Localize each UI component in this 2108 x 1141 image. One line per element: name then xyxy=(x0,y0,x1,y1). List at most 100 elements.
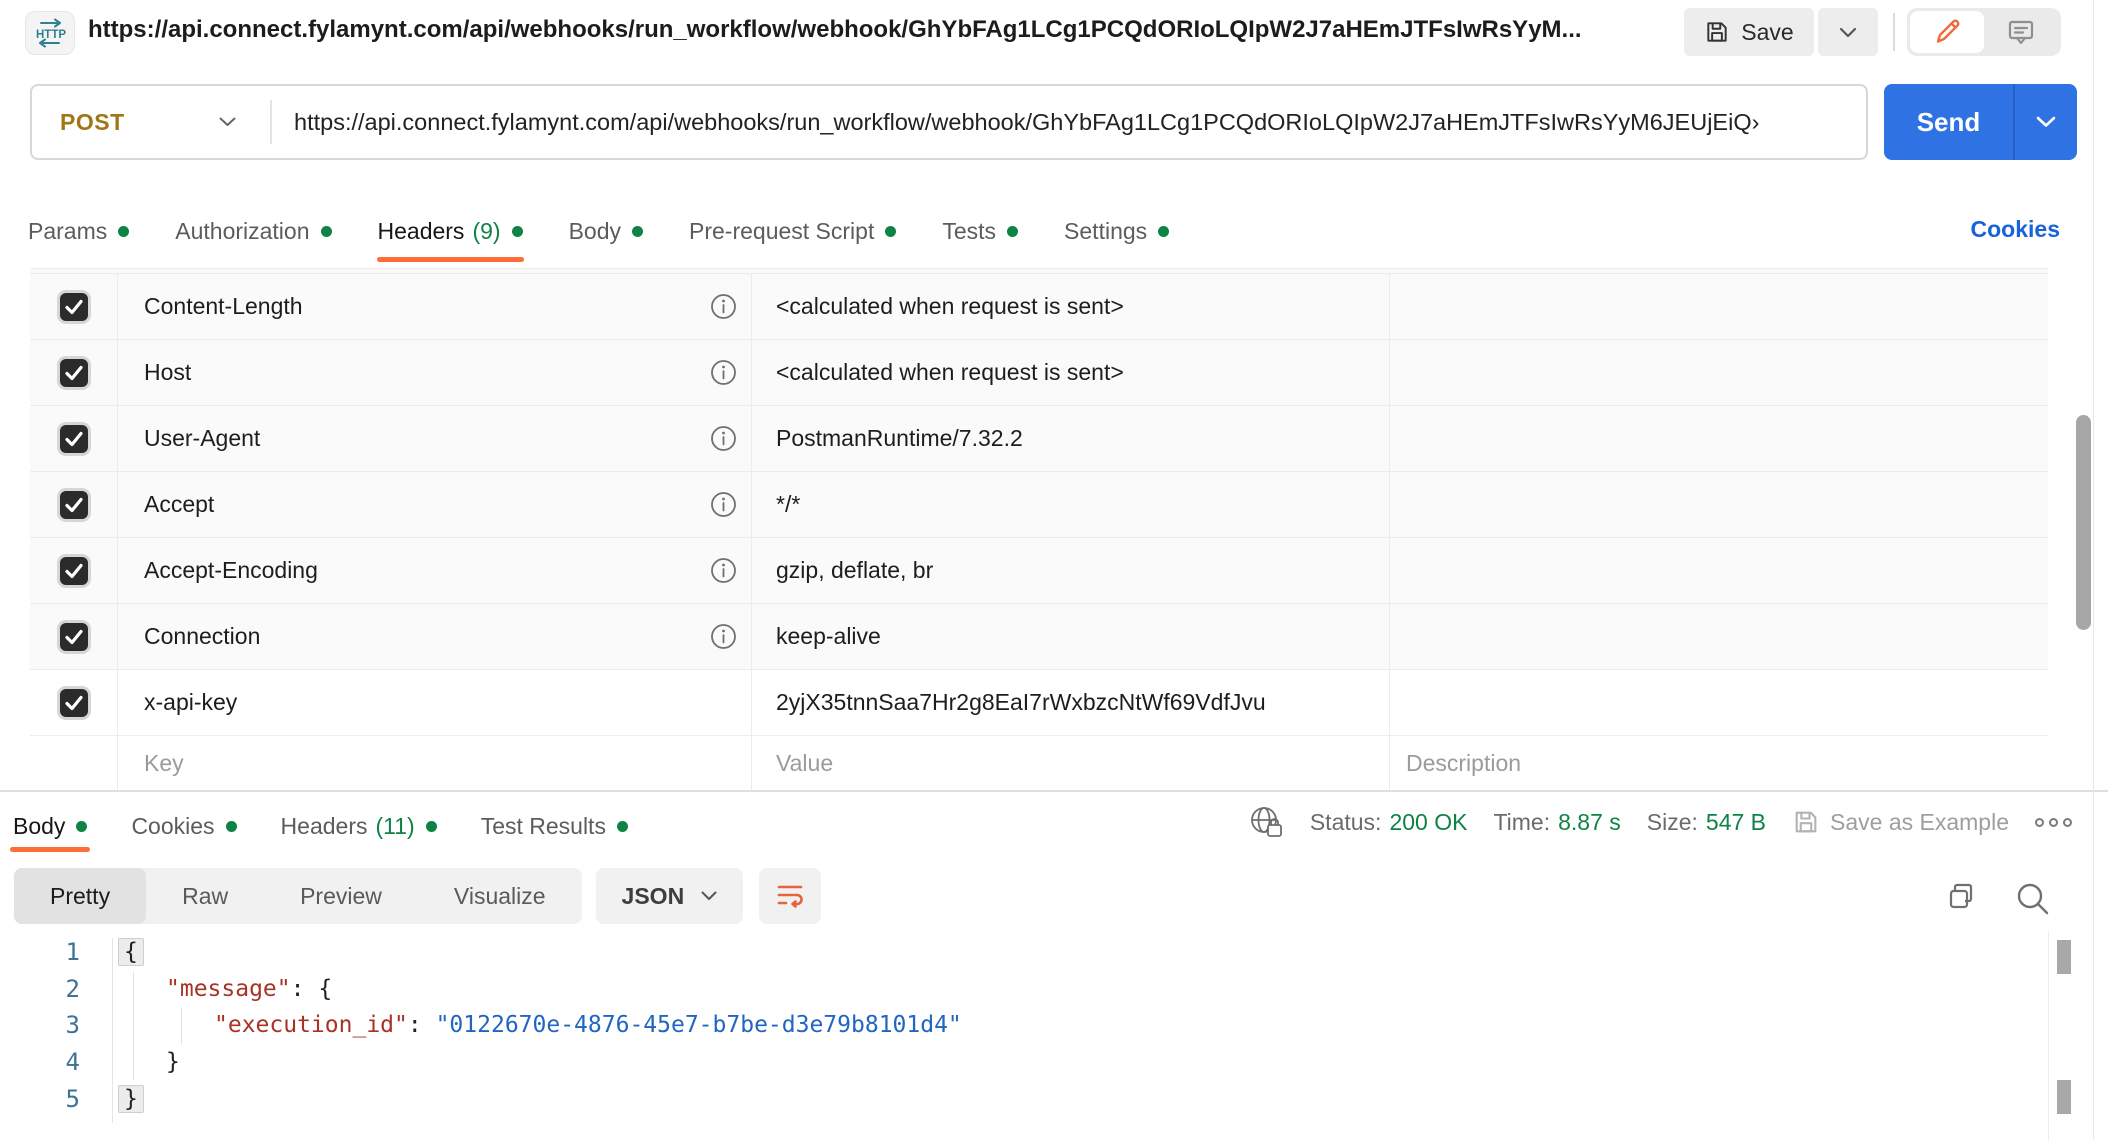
header-checkbox[interactable] xyxy=(57,422,91,456)
header-checkbox[interactable] xyxy=(57,620,91,654)
response-body-code[interactable]: 1 { 2 "message": { 3 "execution_id": "01… xyxy=(0,934,2048,1117)
tab-authorization[interactable]: Authorization xyxy=(175,200,331,262)
comments-button[interactable] xyxy=(1984,11,2058,53)
header-key-cell[interactable]: Content-Length xyxy=(118,274,752,339)
search-response-button[interactable] xyxy=(2010,876,2056,922)
header-checkbox[interactable] xyxy=(57,686,91,720)
info-icon xyxy=(710,293,737,320)
header-row-user-agent: User-Agent PostmanRuntime/7.32.2 xyxy=(30,406,2048,472)
view-tab-preview[interactable]: Preview xyxy=(264,868,418,924)
response-tab-headers[interactable]: Headers (11) xyxy=(281,800,437,852)
svg-text:HTTP: HTTP xyxy=(36,29,66,41)
window-edge-divider xyxy=(2093,0,2094,1139)
header-description-cell[interactable] xyxy=(1390,406,2048,471)
fold-marker[interactable]: { xyxy=(118,938,144,966)
headers-table: Content-Length <calculated when request … xyxy=(30,268,2048,790)
code-line: 4 } xyxy=(0,1044,2048,1081)
pencil-icon xyxy=(1932,17,1962,47)
header-row-accept: Accept */* xyxy=(30,472,2048,538)
header-value-cell[interactable]: */* xyxy=(752,472,1390,537)
header-row-x-api-key: x-api-key 2yjX35tnnSaa7Hr2g8EaI7rWxbzcNt… xyxy=(30,670,2048,736)
line-number: 1 xyxy=(0,938,80,966)
time-badge[interactable]: Time: 8.87 s xyxy=(1493,809,1620,836)
tab-settings[interactable]: Settings xyxy=(1064,200,1169,262)
header-description-cell[interactable]: Description xyxy=(1390,736,2048,790)
tab-pre-request-script[interactable]: Pre-request Script xyxy=(689,200,896,262)
header-value-cell[interactable]: keep-alive xyxy=(752,604,1390,669)
tab-tests[interactable]: Tests xyxy=(942,200,1018,262)
response-tabs: Body Cookies Headers (11) Test Results xyxy=(13,800,628,852)
header-key-cell[interactable]: Accept xyxy=(118,472,752,537)
header-key-cell[interactable]: Key xyxy=(118,736,752,790)
code-line: 2 "message": { xyxy=(0,971,2048,1008)
network-globe-icon xyxy=(1248,804,1284,840)
overview-ruler-mark[interactable] xyxy=(2057,1080,2071,1114)
header-value-cell[interactable]: Value xyxy=(752,736,1390,790)
header-checkbox[interactable] xyxy=(57,356,91,390)
check-icon xyxy=(62,493,86,517)
header-checkbox[interactable] xyxy=(57,488,91,522)
header-description-cell[interactable] xyxy=(1390,340,2048,405)
tab-headers[interactable]: Headers (9) xyxy=(378,200,523,262)
format-select[interactable]: JSON xyxy=(596,868,744,924)
save-button[interactable]: Save xyxy=(1684,8,1814,56)
save-as-example-button[interactable]: Save as Example xyxy=(1792,808,2009,836)
response-tab-body[interactable]: Body xyxy=(13,800,87,852)
save-options-button[interactable] xyxy=(1818,8,1878,56)
tab-params[interactable]: Params xyxy=(28,200,129,262)
postman-app: HTTP https://api.connect.fylamynt.com/ap… xyxy=(0,0,2108,1139)
tab-body[interactable]: Body xyxy=(569,200,643,262)
header-description-cell[interactable] xyxy=(1390,274,2048,339)
size-badge[interactable]: Size: 547 B xyxy=(1647,809,1766,836)
header-key-cell[interactable]: User-Agent xyxy=(118,406,752,471)
header-checkbox[interactable] xyxy=(57,554,91,588)
code-line: 5 } xyxy=(0,1080,2048,1117)
header-value-cell[interactable]: gzip, deflate, br xyxy=(752,538,1390,603)
info-icon xyxy=(710,557,737,584)
header-row-host: Host <calculated when request is sent> xyxy=(30,340,2048,406)
overview-ruler-mark[interactable] xyxy=(2057,940,2071,974)
status-badge[interactable]: Status: 200 OK xyxy=(1310,809,1468,836)
header-value-cell[interactable]: <calculated when request is sent> xyxy=(752,340,1390,405)
header-key-cell[interactable]: Connection xyxy=(118,604,752,669)
header-description-cell[interactable] xyxy=(1390,472,2048,537)
check-icon xyxy=(62,625,86,649)
header-row-accept-encoding: Accept-Encoding gzip, deflate, br xyxy=(30,538,2048,604)
request-title-bar: HTTP https://api.connect.fylamynt.com/ap… xyxy=(0,0,2108,66)
info-icon xyxy=(710,491,737,518)
header-key-cell[interactable]: x-api-key xyxy=(118,670,752,735)
edit-mode-button[interactable] xyxy=(1910,11,1984,53)
url-input[interactable]: https://api.connect.fylamynt.com/api/web… xyxy=(272,109,1866,136)
response-tab-cookies[interactable]: Cookies xyxy=(131,800,236,852)
header-key-cell[interactable]: Accept-Encoding xyxy=(118,538,752,603)
more-options-icon[interactable] xyxy=(2035,818,2072,827)
view-tab-visualize[interactable]: Visualize xyxy=(418,868,582,924)
header-description-cell[interactable] xyxy=(1390,670,2048,735)
header-description-cell[interactable] xyxy=(1390,538,2048,603)
chevron-down-icon xyxy=(1839,27,1857,38)
header-value-cell[interactable]: PostmanRuntime/7.32.2 xyxy=(752,406,1390,471)
header-value-cell[interactable]: 2yjX35tnnSaa7Hr2g8EaI7rWxbzcNtWf69VdfJvu xyxy=(752,670,1390,735)
copy-response-button[interactable] xyxy=(1938,876,1984,922)
send-button[interactable]: Send xyxy=(1884,84,2015,160)
view-tab-raw[interactable]: Raw xyxy=(146,868,264,924)
response-meta: Status: 200 OK Time: 8.87 s Size: 547 B … xyxy=(1248,792,2072,852)
check-icon xyxy=(62,559,86,583)
cookies-link[interactable]: Cookies xyxy=(1971,216,2060,243)
method-selector[interactable]: POST xyxy=(32,109,270,136)
header-value-cell[interactable]: <calculated when request is sent> xyxy=(752,274,1390,339)
view-tab-pretty[interactable]: Pretty xyxy=(14,868,146,924)
response-tab-test-results[interactable]: Test Results xyxy=(481,800,628,852)
header-checkbox[interactable] xyxy=(57,290,91,324)
send-button-group: Send xyxy=(1884,84,2077,160)
fold-marker[interactable]: } xyxy=(118,1085,144,1113)
vertical-scrollbar[interactable] xyxy=(2076,415,2091,630)
wrap-text-button[interactable] xyxy=(759,868,821,924)
send-options-button[interactable] xyxy=(2015,84,2077,160)
line-number: 5 xyxy=(0,1085,80,1113)
modified-dot xyxy=(1158,226,1169,237)
header-key-cell[interactable]: Host xyxy=(118,340,752,405)
header-description-cell[interactable] xyxy=(1390,604,2048,669)
modified-dot xyxy=(632,226,643,237)
modified-dot xyxy=(512,226,523,237)
